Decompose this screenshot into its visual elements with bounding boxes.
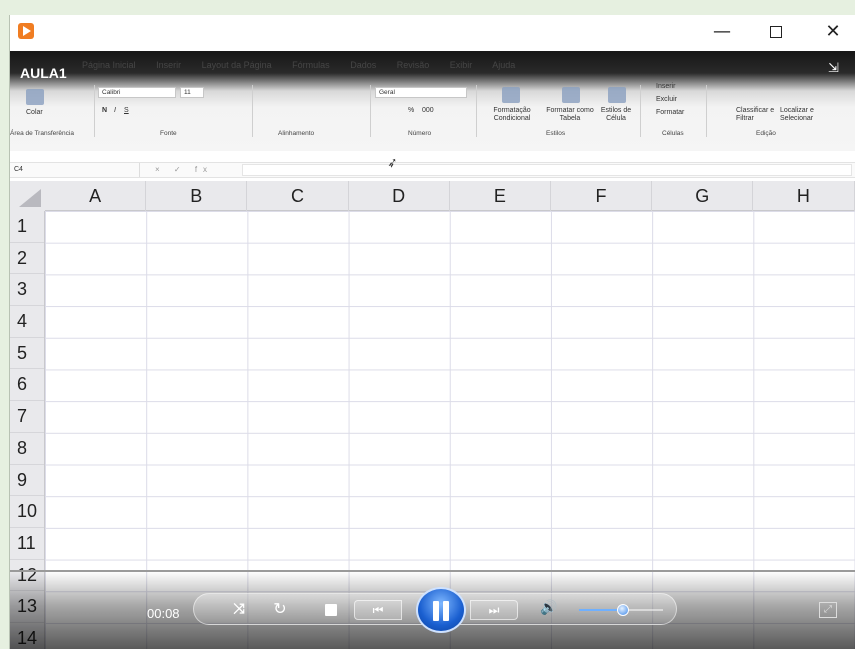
video-title: AULA1 — [20, 65, 67, 81]
conditional-format-icon — [502, 87, 520, 103]
row-header: 4 — [10, 306, 44, 338]
ribbon-divider — [370, 85, 371, 137]
next-button[interactable]: ⏭ — [470, 600, 518, 620]
ribbon-tabs: Página Inicial Inserir Layout da Página … — [82, 60, 533, 70]
mouse-cursor-icon: ➶ — [385, 154, 400, 171]
previous-button[interactable]: ⏮ — [354, 600, 402, 620]
ribbon-divider — [476, 85, 477, 137]
row-header: 9 — [10, 465, 44, 497]
ribbon-divider — [640, 85, 641, 137]
ribbon-divider — [94, 85, 95, 137]
row-header: 10 — [10, 496, 44, 528]
format-cells-button: Formatar — [656, 109, 685, 116]
select-all-corner — [10, 181, 45, 211]
ribbon-tab: Ajuda — [492, 60, 516, 70]
group-cells: Células — [662, 130, 684, 137]
column-header: C — [247, 181, 349, 211]
group-alignment: Alinhamento — [278, 130, 315, 137]
column-header: F — [551, 181, 653, 211]
number-format-box: Geral — [375, 87, 467, 98]
row-header: 3 — [10, 274, 44, 307]
column-header: H — [753, 181, 855, 211]
formula-input — [242, 164, 852, 176]
column-header: E — [450, 181, 551, 211]
ribbon-tab: Layout da Página — [201, 60, 272, 70]
paste-icon — [26, 89, 44, 105]
name-box: C4 — [10, 163, 140, 177]
ribbon-divider — [252, 85, 253, 137]
elapsed-time: 00:08 — [147, 606, 180, 621]
ribbon-tab: Dados — [350, 60, 377, 70]
font-name-box: Calibri — [98, 87, 176, 98]
pause-button[interactable] — [416, 587, 466, 633]
playback-controls: 00:08 ⤨ ↻ ⏮ ⏭ 🔊 ⤢ — [10, 571, 855, 649]
ribbon-tab: Inserir — [156, 60, 182, 70]
italic-button: I — [114, 107, 116, 114]
control-bar: ⤨ ↻ ⏮ ⏭ 🔊 — [193, 587, 677, 633]
volume-slider[interactable] — [579, 604, 663, 616]
ribbon-tab: Fórmulas — [292, 60, 330, 70]
sort-filter-label: Classificar e Filtrar — [736, 107, 775, 122]
title-bar: — ✕ — [10, 15, 855, 51]
media-player-icon — [18, 23, 34, 39]
find-select-label: Localizar e Selecionar — [780, 107, 814, 122]
maximize-icon — [770, 26, 782, 38]
cell-styles-icon — [608, 87, 626, 103]
format-table-icon — [562, 87, 580, 103]
insert-cells-button: Inserir — [656, 83, 676, 90]
repeat-button[interactable]: ↻ — [270, 599, 290, 619]
row-header: 11 — [10, 528, 44, 560]
row-header: 1 — [10, 211, 44, 243]
ribbon-tab: Exibir — [449, 60, 473, 70]
ribbon-tab: Página Inicial — [82, 60, 136, 70]
group-number: Número — [408, 130, 432, 137]
minimize-button[interactable]: — — [699, 15, 745, 51]
ribbon-tab: Revisão — [396, 60, 430, 70]
format-table-label: Formatar como Tabela — [546, 107, 594, 122]
underline-button: S — [124, 107, 129, 114]
row-header: 5 — [10, 338, 44, 370]
fx-icon: × ✓ fx — [155, 165, 214, 174]
column-header: G — [652, 181, 754, 211]
row-header: 8 — [10, 433, 44, 465]
column-header: D — [349, 181, 450, 211]
row-header: 6 — [10, 369, 44, 402]
group-styles: Estilos — [546, 130, 566, 137]
formula-bar: C4 × ✓ fx — [10, 162, 855, 178]
maximize-button[interactable] — [753, 15, 799, 51]
column-header: B — [146, 181, 248, 211]
stop-button[interactable] — [325, 604, 337, 616]
font-size-box: 11 — [180, 87, 204, 98]
shuffle-button[interactable]: ⤨ — [230, 601, 248, 619]
switch-to-library-icon[interactable]: ⤢ — [819, 602, 837, 618]
delete-cells-button: Excluir — [656, 96, 678, 103]
column-headers: A B C D E F G H — [45, 181, 855, 211]
excel-ribbon: Página Inicial Inserir Layout da Página … — [10, 51, 855, 151]
player-window: — ✕ Página Inicial Inserir Layout da Pág… — [9, 15, 855, 649]
bold-button: N — [102, 107, 108, 114]
column-header: A — [45, 181, 147, 211]
group-font: Fonte — [160, 130, 177, 137]
row-header: 2 — [10, 243, 44, 275]
group-clipboard: Área de Transferência — [10, 130, 74, 137]
close-button[interactable]: ✕ — [810, 15, 855, 51]
paste-label: Colar — [26, 109, 43, 116]
ribbon-divider — [706, 85, 707, 137]
row-header: 7 — [10, 401, 44, 433]
group-editing: Edição — [756, 130, 776, 137]
fullscreen-toggle-icon[interactable]: ⇲ — [828, 61, 846, 75]
cell-styles-label: Estilos de Célula — [600, 107, 632, 122]
conditional-format-label: Formatação Condicional — [493, 107, 531, 122]
volume-icon[interactable]: 🔊 — [539, 600, 559, 620]
video-surface[interactable]: Página Inicial Inserir Layout da Página … — [10, 51, 855, 649]
percent-button: % — [408, 107, 415, 114]
thousands-button: 000 — [422, 107, 434, 114]
volume-knob[interactable] — [616, 604, 629, 616]
